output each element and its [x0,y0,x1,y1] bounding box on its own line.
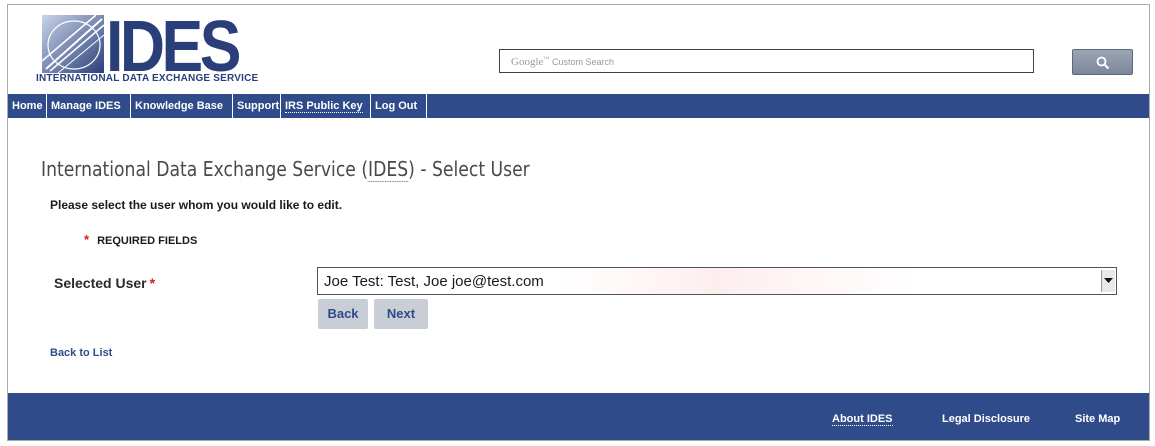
selected-user-label: Selected User * [54,275,156,291]
required-star-icon: * [149,275,156,291]
page-frame: IDES INTERNATIONAL DATA EXCHANGE SERVICE… [7,4,1150,441]
nav-item-manage-ides[interactable]: Manage IDES [47,94,131,118]
search-icon [1096,56,1110,70]
nav-item-knowledge-base[interactable]: Knowledge Base [131,94,233,118]
search-button[interactable] [1072,49,1133,75]
nav-item-support[interactable]: Support [233,94,281,118]
footer-link-site-map[interactable]: Site Map [1075,413,1120,425]
chevron-down-icon [1104,278,1113,283]
instruction-text: Please select the user whom you would li… [50,198,343,212]
logo-wordmark: IDES [106,11,240,75]
footer: About IDES Legal Disclosure Site Map [8,393,1149,440]
dropdown-arrow-button[interactable] [1101,270,1115,292]
footer-link-about-ides[interactable]: About IDES [832,413,893,426]
title-abbreviation: IDES [368,157,409,182]
nav-item-log-out[interactable]: Log Out [371,94,427,118]
selected-user-value: Joe Test: Test, Joe joe@test.com [324,273,544,290]
required-fields-note: * REQUIRED FIELDS [84,232,198,247]
search-placeholder: Google™ Custom Search [511,56,615,68]
back-to-list-link[interactable]: Back to List [50,347,112,359]
page-title: International Data Exchange Service (IDE… [41,157,530,182]
main-navigation: Home Manage IDES Knowledge Base Support … [8,94,1149,118]
nav-item-home[interactable]: Home [8,94,47,118]
next-button[interactable]: Next [374,299,428,329]
back-button[interactable]: Back [318,299,368,329]
logo-subtitle: INTERNATIONAL DATA EXCHANGE SERVICE [36,73,259,84]
search-input[interactable]: Google™ Custom Search [499,49,1034,73]
footer-link-legal-disclosure[interactable]: Legal Disclosure [942,413,1030,425]
selected-user-dropdown[interactable]: Joe Test: Test, Joe joe@test.com [317,267,1117,295]
required-star-icon: * [84,232,90,247]
nav-item-irs-public-key[interactable]: IRS Public Key [281,94,371,118]
globe-icon: IDES [41,7,244,87]
